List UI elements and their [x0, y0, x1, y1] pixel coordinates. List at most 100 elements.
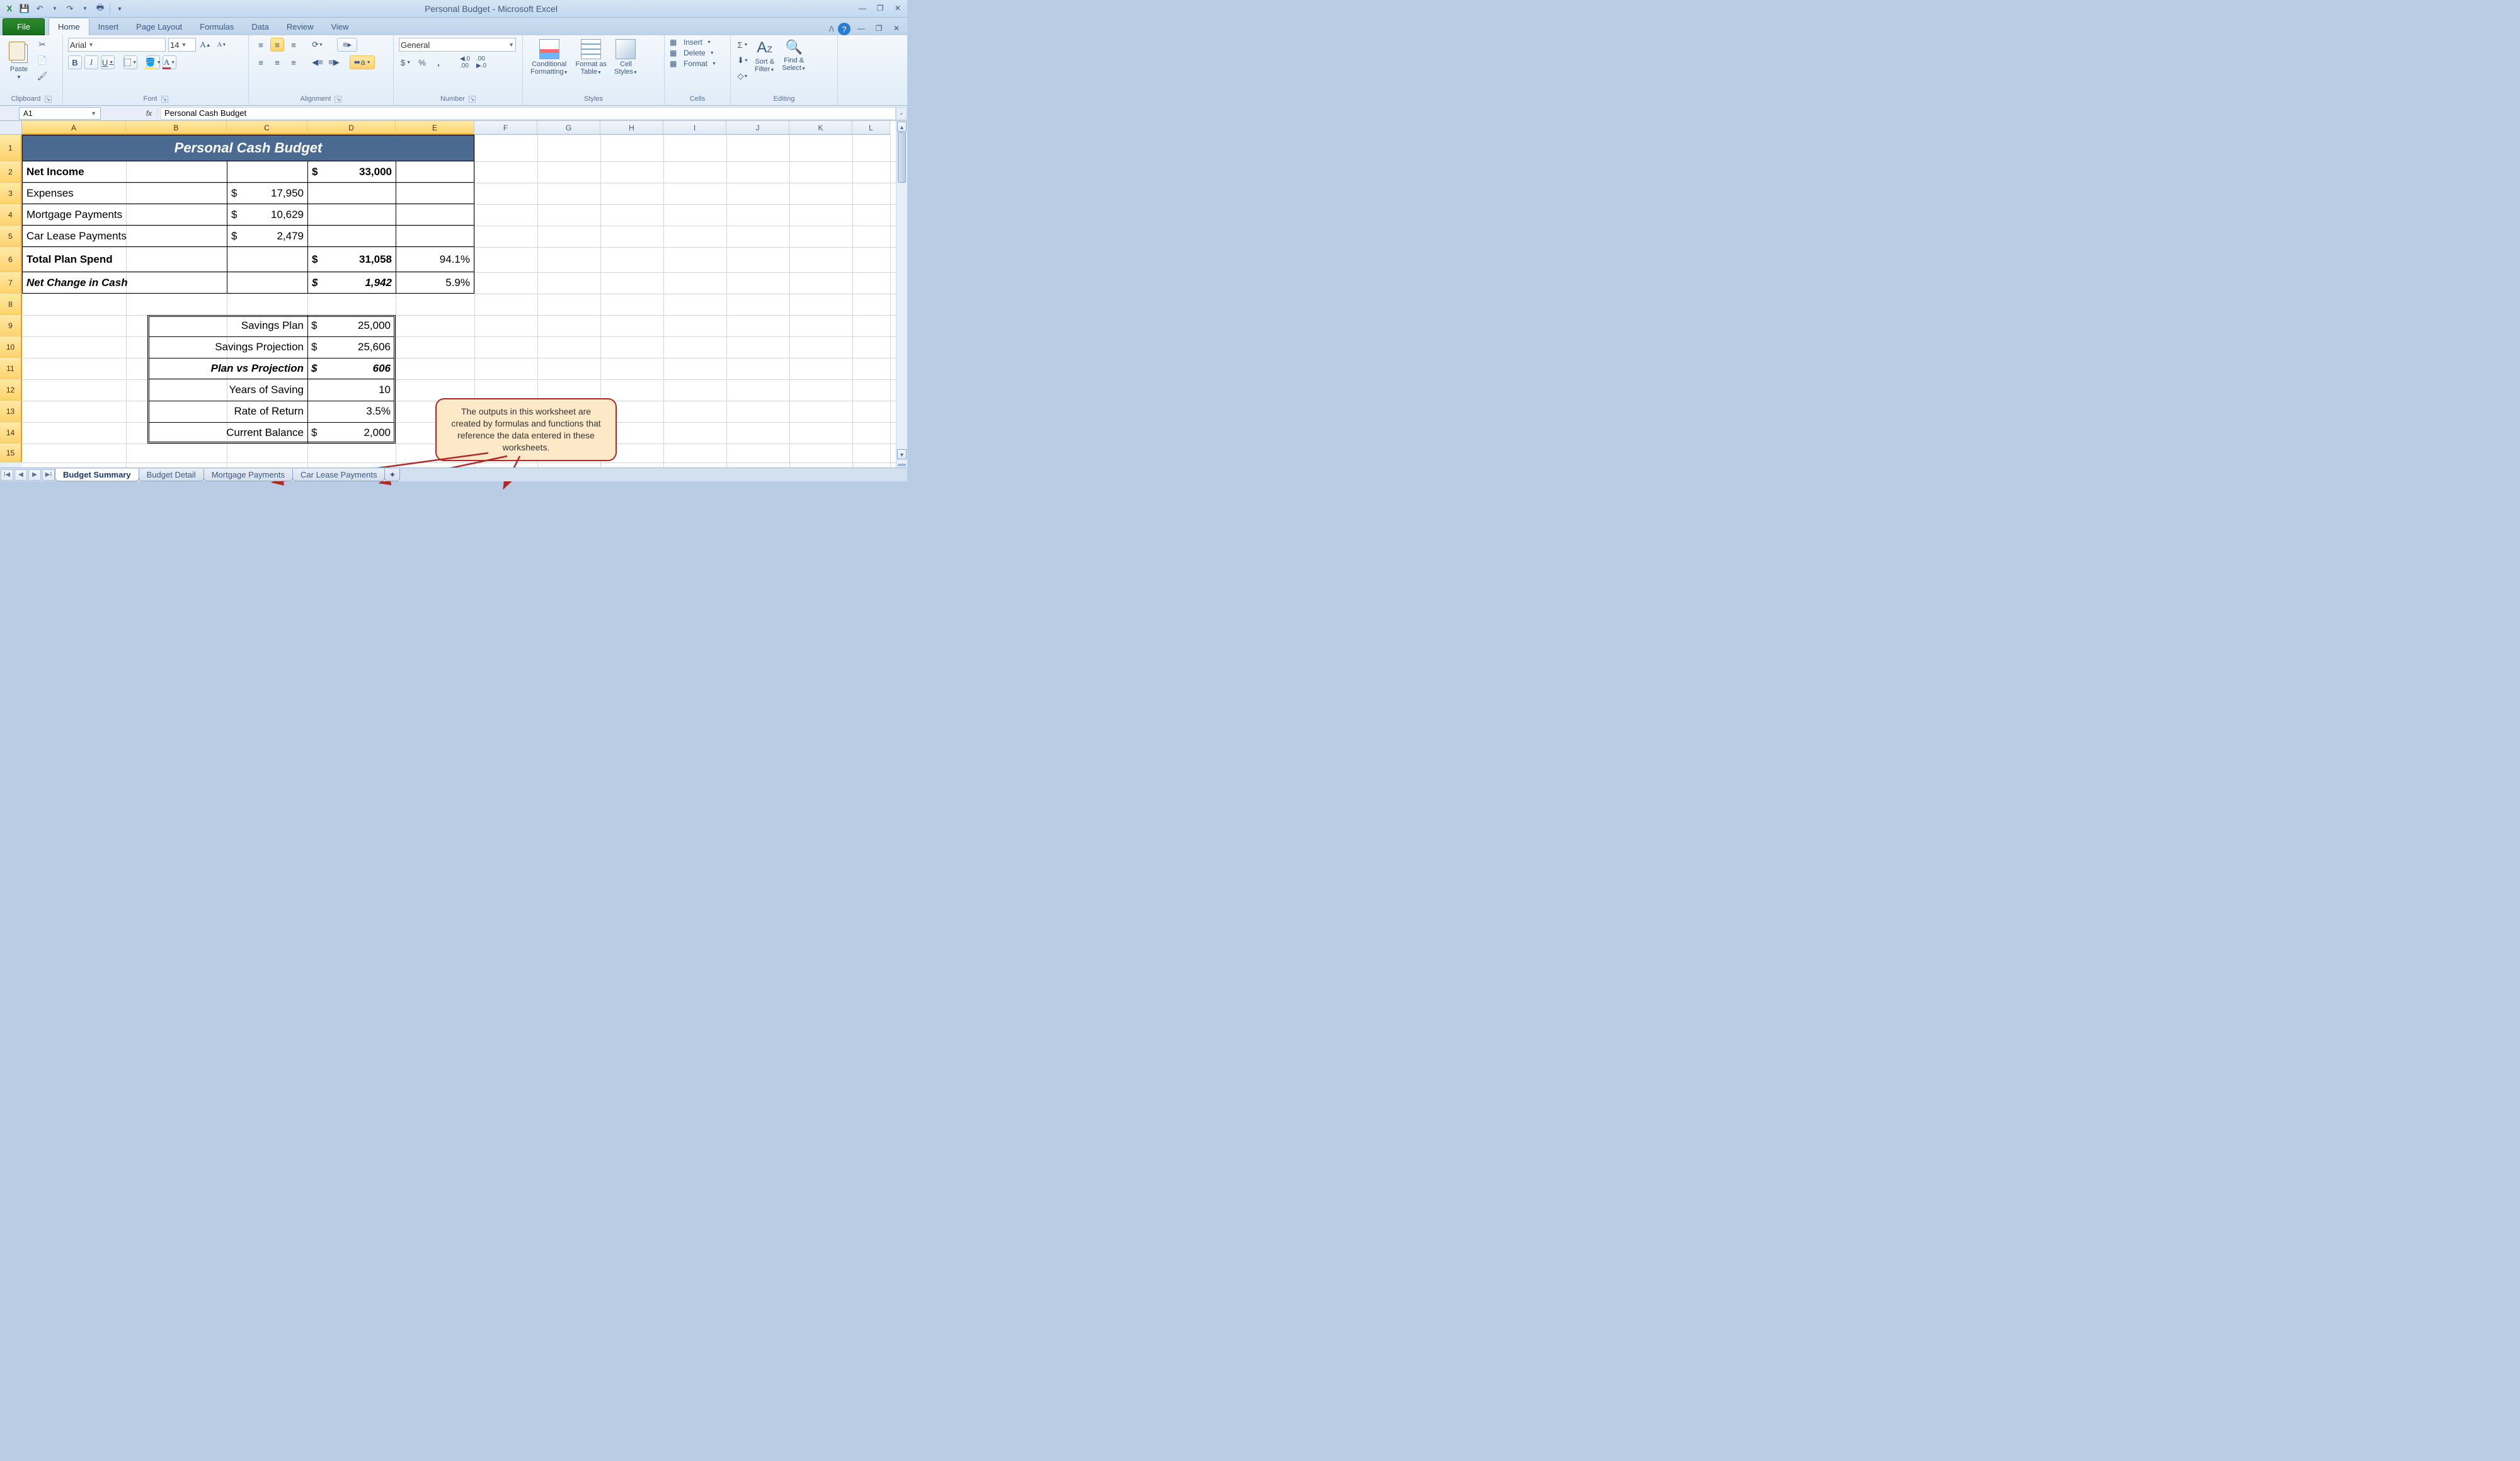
col-header-E[interactable]: E [396, 121, 474, 135]
percent-format-button[interactable]: % [415, 55, 429, 69]
col-header-H[interactable]: H [600, 121, 663, 135]
sort-filter-button[interactable]: AZ Sort &Filter▼ [752, 38, 777, 74]
row-header-3[interactable]: 3 [0, 183, 22, 204]
undo-drop-icon[interactable]: ▼ [48, 2, 62, 16]
scroll-up-button[interactable]: ▲ [897, 122, 907, 132]
accounting-format-button[interactable]: $▼ [399, 55, 413, 69]
font-name-dropdown[interactable]: Arial▼ [68, 38, 166, 52]
minimize-ribbon-icon[interactable]: ᐱ [829, 25, 834, 33]
cell-c7[interactable] [227, 272, 307, 294]
underline-button[interactable]: U▼ [101, 55, 115, 69]
cell-d10[interactable]: $25,606 [307, 336, 394, 358]
label-car-lease[interactable]: Car Lease Payments [22, 226, 227, 247]
col-header-F[interactable]: F [474, 121, 537, 135]
sheet-nav-next[interactable]: ▶ [28, 469, 41, 481]
align-bottom-icon[interactable]: ≡ [287, 38, 301, 52]
conditional-formatting-button[interactable]: ConditionalFormatting▼ [528, 38, 571, 77]
minimize-button[interactable]: — [856, 4, 869, 14]
vscroll-thumb[interactable] [898, 132, 906, 183]
help-icon[interactable]: ? [838, 23, 850, 35]
close-button[interactable]: ✕ [891, 4, 905, 14]
cell-styles-button[interactable]: CellStyles▼ [612, 38, 640, 77]
sheet-tab-car-lease-payments[interactable]: Car Lease Payments [292, 469, 385, 481]
fill-button[interactable]: ⬇▼ [736, 54, 750, 67]
wb-minimize-button[interactable]: — [854, 24, 868, 34]
cell-e2[interactable] [396, 161, 474, 183]
insert-sheet-button[interactable]: ✦ [384, 469, 400, 481]
excel-icon[interactable]: X [3, 2, 16, 16]
sheet-tab-mortgage-payments[interactable]: Mortgage Payments [203, 469, 293, 481]
align-left-icon[interactable]: ≡ [254, 55, 268, 69]
row-header-7[interactable]: 7 [0, 272, 22, 294]
cell-d11[interactable]: $606 [307, 358, 394, 379]
row-header-8[interactable]: 8 [0, 294, 22, 315]
row-header-5[interactable]: 5 [0, 226, 22, 247]
increase-indent-icon[interactable]: ≡▶ [327, 55, 341, 69]
tab-view[interactable]: View [322, 18, 357, 35]
print-icon[interactable]: 🖶 [93, 2, 107, 16]
row-header-4[interactable]: 4 [0, 204, 22, 226]
label-savings-projection[interactable]: Savings Projection [149, 336, 307, 358]
wb-restore-button[interactable]: ❐ [872, 24, 886, 34]
format-cells-button[interactable]: ▦Format▼ [670, 59, 725, 68]
name-box[interactable]: A1▼ [19, 107, 101, 120]
row-header-13[interactable]: 13 [0, 401, 22, 422]
label-mortgage[interactable]: Mortgage Payments [22, 204, 227, 226]
number-format-dropdown[interactable]: General▼ [399, 38, 516, 52]
col-header-G[interactable]: G [537, 121, 600, 135]
orientation-icon[interactable]: ⟳▼ [311, 38, 324, 52]
col-header-I[interactable]: I [663, 121, 726, 135]
cut-icon[interactable]: ✂ [35, 38, 49, 52]
customize-qat-icon[interactable]: ▼ [113, 2, 127, 16]
select-all-corner[interactable] [0, 121, 22, 135]
label-rate-return[interactable]: Rate of Return [149, 401, 307, 422]
cell-e7[interactable]: 5.9% [396, 272, 474, 294]
scroll-down-button[interactable]: ▼ [897, 449, 907, 459]
font-launcher[interactable]: ↘ [161, 96, 168, 103]
tab-insert[interactable]: Insert [89, 18, 128, 35]
col-header-B[interactable]: B [126, 121, 227, 135]
copy-icon[interactable]: 📄 [35, 54, 49, 67]
cell-d5[interactable] [307, 226, 396, 247]
tab-formulas[interactable]: Formulas [191, 18, 243, 35]
col-header-C[interactable]: C [227, 121, 307, 135]
col-header-A[interactable]: A [22, 121, 126, 135]
label-expenses[interactable]: Expenses [22, 183, 227, 204]
align-top-icon[interactable]: ≡ [254, 38, 268, 52]
shrink-font-icon[interactable]: A▼ [215, 38, 229, 52]
row-header-9[interactable]: 9 [0, 315, 22, 336]
row-header-11[interactable]: 11 [0, 358, 22, 379]
cell-c4[interactable]: $10,629 [227, 204, 307, 226]
font-color-button[interactable]: A▼ [163, 55, 176, 69]
borders-button[interactable]: ▼ [123, 55, 137, 69]
wb-close-button[interactable]: ✕ [890, 24, 903, 34]
grow-font-icon[interactable]: A▲ [198, 38, 212, 52]
merge-center-button[interactable]: ⬌a▼ [350, 55, 375, 69]
label-net-income[interactable]: Net Income [22, 161, 227, 183]
cell-d13[interactable]: 3.5% [307, 401, 394, 422]
wrap-text-button[interactable]: ≡▸ [337, 38, 357, 52]
expand-formula-bar[interactable]: ⌄ [896, 107, 907, 120]
col-header-D[interactable]: D [307, 121, 396, 135]
cell-c6[interactable] [227, 247, 307, 272]
save-icon[interactable]: 💾 [18, 2, 32, 16]
format-as-table-button[interactable]: Format asTable▼ [573, 38, 610, 77]
sheet-nav-prev[interactable]: ◀ [14, 469, 27, 481]
label-current-balance[interactable]: Current Balance [149, 422, 307, 444]
number-launcher[interactable]: ↘ [469, 96, 476, 103]
tab-file[interactable]: File [3, 18, 45, 35]
restore-button[interactable]: ❐ [873, 4, 887, 14]
autosum-button[interactable]: Σ▼ [736, 38, 750, 52]
find-select-button[interactable]: 🔍 Find &Select▼ [779, 38, 808, 73]
sheet-nav-first[interactable]: I◀ [1, 469, 13, 481]
col-header-L[interactable]: L [852, 121, 890, 135]
clear-button[interactable]: ◇▼ [736, 69, 750, 83]
sheet-tab-budget-summary[interactable]: Budget Summary [55, 469, 139, 481]
cell-d14[interactable]: $2,000 [307, 422, 394, 444]
sheet-nav-last[interactable]: ▶I [42, 469, 55, 481]
undo-icon[interactable]: ↶ [33, 2, 47, 16]
label-savings-plan[interactable]: Savings Plan [149, 315, 307, 336]
row-header-10[interactable]: 10 [0, 336, 22, 358]
delete-cells-button[interactable]: ▦Delete▼ [670, 49, 725, 57]
vertical-scrollbar[interactable]: ▲ ▼ [896, 121, 907, 481]
